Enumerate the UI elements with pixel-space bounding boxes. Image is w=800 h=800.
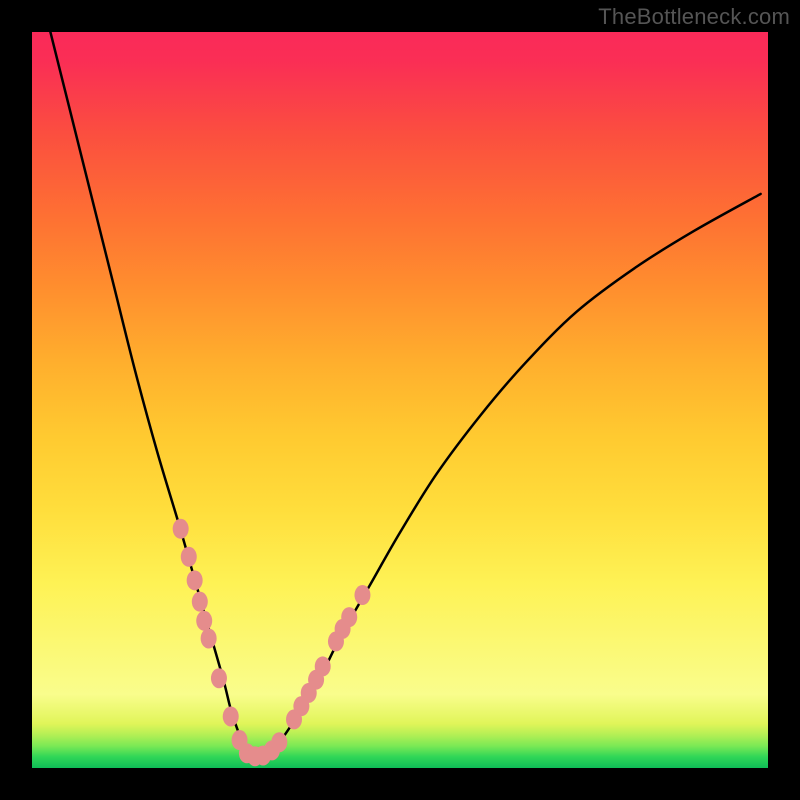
curve-dot xyxy=(211,668,227,688)
curve-dot xyxy=(187,570,203,590)
curve-dot xyxy=(341,607,357,627)
chart-frame: TheBottleneck.com xyxy=(0,0,800,800)
curve-dot xyxy=(196,611,212,631)
curve-dot xyxy=(271,732,287,752)
bottleneck-curve xyxy=(47,32,761,758)
curve-dot xyxy=(354,585,370,605)
curve-dot xyxy=(192,592,208,612)
plot-area xyxy=(32,32,768,768)
curve-dot xyxy=(315,656,331,676)
curve-dot xyxy=(223,706,239,726)
curve-dots-group xyxy=(173,519,371,766)
curve-dot xyxy=(201,628,217,648)
curve-svg xyxy=(32,32,768,768)
watermark-text: TheBottleneck.com xyxy=(598,4,790,30)
curve-dot xyxy=(173,519,189,539)
curve-dot xyxy=(181,547,197,567)
